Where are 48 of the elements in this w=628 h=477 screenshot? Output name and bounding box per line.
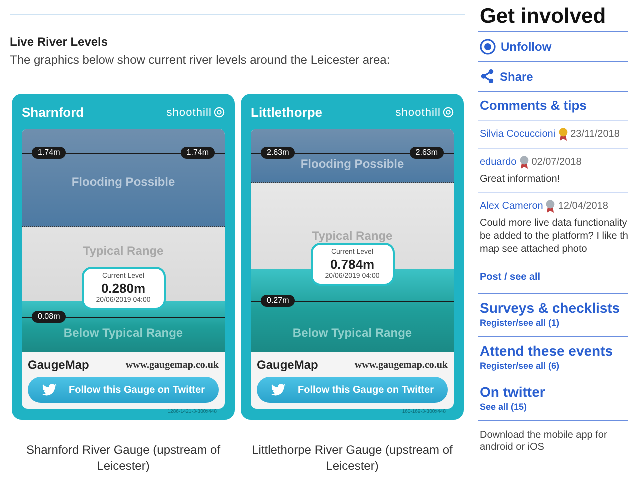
gauge-caption: Littlethorpe River Gauge (upstream of Leicester) (251, 442, 454, 474)
gauge-caption: Sharnford River Gauge (upstream of Leicester) (25, 442, 222, 474)
target-icon (214, 107, 225, 118)
section-heading: On twitter (480, 384, 546, 401)
current-level-value: 0.784m (330, 256, 375, 272)
comment-date: 23/11/2018 (570, 128, 620, 142)
comment-author-link[interactable]: eduardo (480, 155, 517, 170)
target-icon (443, 107, 454, 118)
bird-icon (271, 384, 286, 396)
footer-url[interactable]: www.gaugemap.co.uk (354, 358, 448, 372)
section-heading: Comments & tips (479, 97, 588, 115)
intro-text: The graphics below show current river levels around the Leicester area: (10, 52, 392, 69)
zone-label: Typical Range (312, 228, 393, 243)
brand-text: shoothill (396, 106, 441, 121)
medal-icon (520, 156, 529, 169)
share-icon (480, 69, 495, 84)
brand-text: shoothill (166, 106, 212, 121)
footer-url[interactable]: www.gaugemap.co.uk (126, 358, 219, 372)
comment-text: Great information! (480, 173, 562, 186)
sidebar-action-link[interactable]: Unfollow (478, 32, 628, 61)
post-link[interactable]: Post / see all (478, 262, 628, 293)
comment-author-link[interactable]: Alex Cameron (480, 199, 544, 214)
app-text: Download the mobile app for android or iOS (479, 430, 608, 454)
zone-label: Typical Range (83, 244, 164, 258)
medal-icon (546, 200, 556, 213)
current-level-value: 0.280m (101, 280, 146, 296)
sidebar-heading: Get involved (479, 4, 608, 30)
section-heading: Live River Levels (10, 34, 110, 51)
bird-icon (42, 384, 58, 396)
section-link[interactable]: Register/see all (1) (480, 317, 628, 330)
zone-label: Below Typical Range (64, 325, 184, 342)
gauge-title: Sharnford (22, 104, 84, 122)
section-link[interactable]: Register/see all (6) (480, 360, 628, 373)
sidebar-action-link[interactable]: Share (478, 62, 628, 91)
section-heading: Attend these events (480, 342, 614, 360)
gauge-title: Littlethorpe (251, 104, 322, 122)
comment-date: 12/04/2018 (558, 200, 608, 214)
comment-text: Could more live data functionality be added to the platform? I like th map see attached photo (480, 217, 628, 256)
footer-brand: GaugeMap (257, 357, 318, 374)
section-heading: Surveys & checklists (480, 300, 622, 317)
comment-author-link[interactable]: Silvia Cocuccioni (480, 127, 556, 142)
zone-label: Flooding Possible (300, 156, 404, 171)
comment-date: 02/07/2018 (532, 156, 582, 170)
footer-brand: GaugeMap (28, 357, 90, 374)
section-link[interactable]: See all (15) (480, 401, 628, 414)
zone-label: Flooding Possible (72, 174, 176, 189)
medal-icon (558, 128, 568, 141)
zone-label: Below Typical Range (292, 325, 412, 342)
